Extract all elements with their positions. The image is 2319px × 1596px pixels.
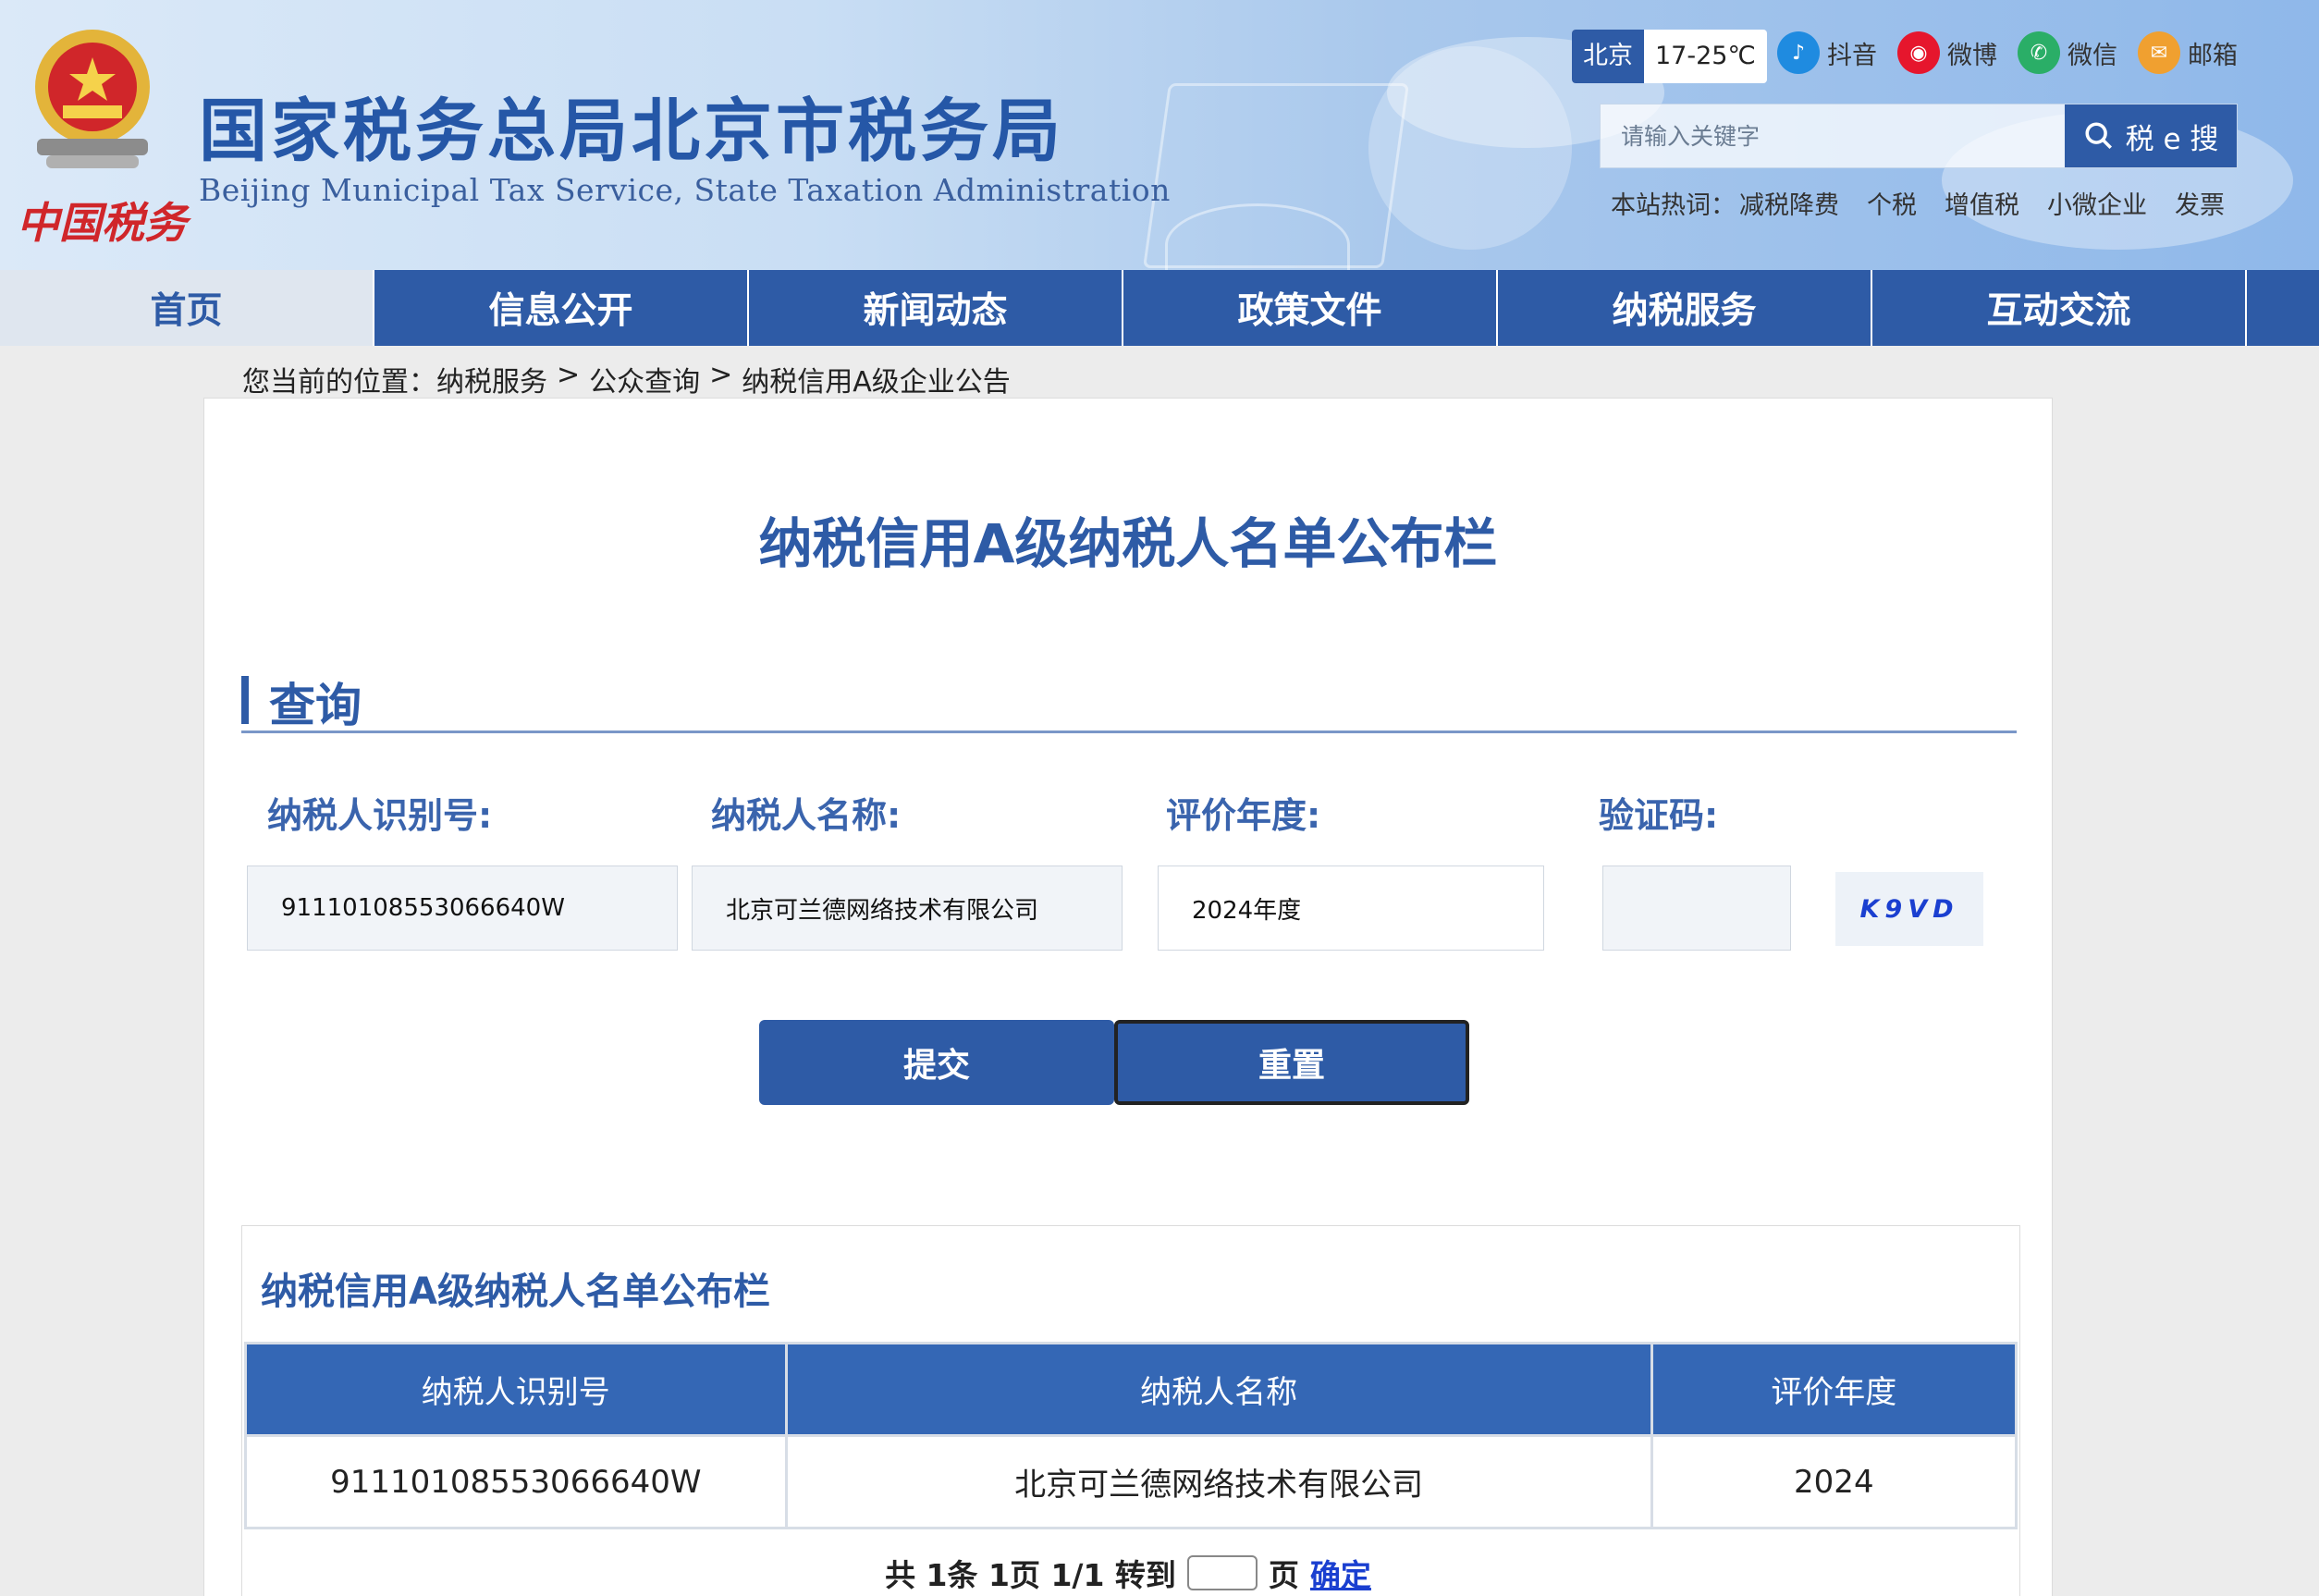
table-cell: 2024 — [1650, 1434, 2018, 1529]
reset-button[interactable]: 重置 — [1114, 1020, 1469, 1105]
site-header: 中国税务 国家税务总局北京市税务局 Beijing Municipal Tax … — [0, 0, 2319, 270]
taxpayer-id-field[interactable]: 91110108553066640W — [247, 866, 678, 951]
hot-keywords-label: 本站热词： — [1611, 191, 1736, 220]
captcha-label: 验证码: — [1599, 795, 1719, 836]
section-bar — [241, 676, 249, 724]
pagination-page-label: 页 — [1268, 1557, 1299, 1593]
hot-keyword[interactable]: 个税 — [1867, 185, 1917, 221]
social-label: 抖音 — [1827, 41, 1877, 70]
taxpayer-name-label: 纳税人名称: — [711, 795, 902, 836]
weather-widget: 北京 17-25℃ — [1572, 30, 1767, 83]
search-input[interactable] — [1601, 104, 2065, 167]
hot-keyword[interactable]: 增值税 — [1945, 185, 2019, 221]
nav-item-interaction[interactable]: 互动交流 — [1872, 270, 2247, 346]
weather-temp: 17-25℃ — [1655, 42, 1756, 70]
nav-item-service[interactable]: 纳税服务 — [1498, 270, 1872, 346]
search-button[interactable]: 税 e 搜 — [2065, 104, 2237, 167]
social-link-wechat[interactable]: ✆ 微信 — [2018, 31, 2117, 74]
social-label: 微博 — [1947, 41, 1997, 70]
column-header: 纳税人识别号 — [244, 1342, 788, 1437]
social-label: 邮箱 — [2188, 41, 2238, 70]
page-jump-confirm-link[interactable]: 确定 — [1310, 1551, 1371, 1595]
pagination: 共 1条 1页 1/1 转到 页 确定 — [204, 1551, 2052, 1595]
nav-item-home[interactable]: 首页 — [0, 270, 374, 346]
breadcrumb-separator: > — [557, 359, 581, 391]
results-table: 纳税人识别号 纳税人名称 评价年度 91110108553066640W 北京可… — [244, 1342, 2018, 1529]
breadcrumb-item[interactable]: 纳税信用A级企业公告 — [742, 359, 1011, 399]
hot-keyword[interactable]: 小微企业 — [2047, 185, 2147, 221]
site-title-en: Beijing Municipal Tax Service, State Tax… — [199, 172, 1171, 208]
search-box: 税 e 搜 — [1600, 104, 2238, 168]
social-label: 微信 — [2067, 41, 2117, 70]
social-link-weibo[interactable]: ◉ 微博 — [1897, 31, 1997, 74]
search-button-label: 税 e 搜 — [2125, 122, 2219, 156]
nav-item-policy[interactable]: 政策文件 — [1123, 270, 1498, 346]
pagination-summary: 共 1条 1页 1/1 转到 — [885, 1557, 1176, 1593]
table-header-row: 纳税人识别号 纳税人名称 评价年度 — [244, 1342, 2018, 1437]
query-section-header: 查询 — [241, 669, 2017, 733]
taxpayer-id-label: 纳税人识别号: — [267, 795, 493, 836]
captcha-input[interactable] — [1602, 866, 1791, 951]
social-link-mail[interactable]: ✉ 邮箱 — [2138, 31, 2238, 74]
results-box: 纳税信用A级纳税人名单公布栏 纳税人识别号 纳税人名称 评价年度 9111010… — [241, 1225, 2020, 1596]
table-cell: 91110108553066640W — [244, 1434, 788, 1529]
china-tax-logo-text: 中国税务 — [17, 198, 187, 248]
eval-year-label: 评价年度: — [1166, 795, 1321, 836]
query-section-title: 查询 — [269, 679, 362, 732]
hot-keyword[interactable]: 发票 — [2175, 185, 2225, 221]
captcha-image[interactable]: K9VD — [1835, 872, 1983, 946]
search-icon — [2085, 122, 2112, 150]
site-title[interactable]: 国家税务总局北京市税务局 — [199, 76, 1064, 175]
mail-icon: ✉ — [2138, 31, 2180, 74]
wechat-icon: ✆ — [2018, 31, 2060, 74]
table-row: 91110108553066640W 北京可兰德网络技术有限公司 2024 — [244, 1434, 2018, 1529]
weibo-icon: ◉ — [1897, 31, 1940, 74]
nav-item-news[interactable]: 新闻动态 — [749, 270, 1123, 346]
page-jump-input[interactable] — [1186, 1555, 1258, 1590]
column-header: 纳税人名称 — [784, 1342, 1653, 1437]
page-title: 纳税信用A级纳税人名单公布栏 — [758, 512, 1498, 575]
breadcrumb-separator: > — [709, 359, 733, 391]
table-cell: 北京可兰德网络技术有限公司 — [784, 1434, 1653, 1529]
national-emblem-icon — [35, 30, 150, 168]
breadcrumb-label: 您当前的位置： — [242, 366, 436, 399]
hot-keyword[interactable]: 减税降费 — [1739, 185, 1839, 221]
weather-city: 北京 — [1572, 30, 1644, 83]
breadcrumb-item[interactable]: 公众查询 — [589, 359, 700, 399]
eval-year-select[interactable]: 2024年度 — [1158, 866, 1544, 951]
taxpayer-name-field[interactable]: 北京可兰德网络技术有限公司 — [692, 866, 1123, 951]
hot-keywords: 本站热词： 减税降费 个税 增值税 小微企业 发票 — [1611, 185, 2225, 221]
main-nav: 首页 信息公开 新闻动态 政策文件 纳税服务 互动交流 — [0, 270, 2319, 346]
column-header: 评价年度 — [1650, 1342, 2018, 1437]
results-title: 纳税信用A级纳税人名单公布栏 — [261, 1271, 770, 1313]
nav-item-info[interactable]: 信息公开 — [374, 270, 749, 346]
breadcrumb-item[interactable]: 纳税服务 — [436, 359, 547, 399]
breadcrumb: 您当前的位置： 纳税服务 > 公众查询 > 纳税信用A级企业公告 — [242, 359, 1011, 399]
social-link-douyin[interactable]: ♪ 抖音 — [1777, 31, 1877, 74]
submit-button[interactable]: 提交 — [759, 1020, 1114, 1105]
content-panel: 纳税信用A级纳税人名单公布栏 查询 纳税人识别号: 纳税人名称: 评价年度: 验… — [203, 398, 2053, 1596]
douyin-icon: ♪ — [1777, 31, 1820, 74]
